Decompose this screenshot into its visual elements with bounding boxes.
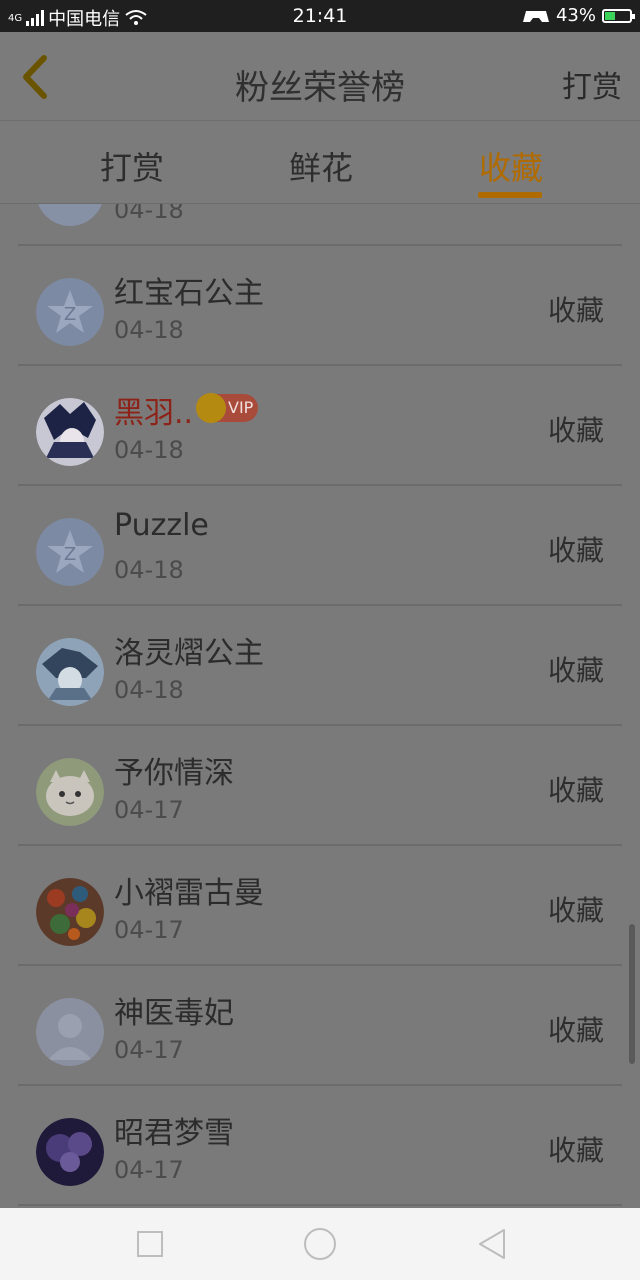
list-item[interactable]: 予你情深 04-17 收藏 — [18, 726, 622, 846]
default-person-avatar-icon — [36, 998, 104, 1066]
item-date: 04-18 — [114, 676, 184, 704]
item-action: 收藏 — [547, 894, 604, 927]
item-action: 收藏 — [547, 774, 604, 807]
list-item[interactable]: Z Puzzle 04-18 收藏 — [18, 486, 622, 606]
default-star-avatar-icon — [36, 204, 104, 226]
list-item[interactable]: 昭君梦雪 04-17 收藏 — [18, 1086, 622, 1206]
user-name: 小褶雷古曼 — [114, 876, 264, 911]
status-bar: 4G 中国电信 21:41 43% — [0, 0, 640, 32]
battery-percent: 43% — [555, 5, 596, 26]
user-name-vip: 黑羽.. — [114, 396, 194, 431]
battery-icon — [602, 8, 635, 23]
item-date: 04-17 — [114, 1036, 184, 1064]
item-date: 04-18 — [114, 436, 184, 464]
item-action: 收藏 — [547, 534, 604, 567]
home-circle-icon[interactable] — [302, 1226, 338, 1262]
user-name: 神医毒妃 — [114, 996, 234, 1031]
page-title: 粉丝荣誉榜 — [235, 68, 405, 108]
item-action: 收藏 — [547, 294, 604, 327]
tab-tip[interactable]: 打赏 — [100, 143, 164, 189]
list-item[interactable]: Z 红宝石公主 04-18 收藏 — [18, 246, 622, 366]
tab-flowers[interactable]: 鲜花 — [289, 143, 353, 189]
list-item-partial: 04-18 — [18, 204, 622, 246]
anime-avatar-icon — [36, 638, 104, 706]
tab-bar: 打赏 鲜花 收藏 — [0, 121, 640, 204]
list-scrollbar[interactable] — [629, 924, 635, 1064]
tip-button[interactable]: 打赏 — [562, 62, 622, 106]
item-date: 04-17 — [114, 796, 184, 824]
tab-favorites[interactable]: 收藏 — [479, 143, 543, 189]
anime-avatar-icon — [36, 398, 104, 466]
default-star-avatar-icon: Z — [36, 518, 104, 586]
item-date: 04-18 — [114, 316, 184, 344]
item-date: 04-17 — [114, 1156, 184, 1184]
crown-icon — [196, 393, 226, 423]
item-date: 04-17 — [114, 916, 184, 944]
recent-apps-square-icon[interactable] — [132, 1226, 168, 1262]
fan-list[interactable]: 04-18 Z 红宝石公主 04-18 收藏 黑羽.. VIP 04-18 收藏… — [0, 204, 640, 1208]
svg-text:Z: Z — [64, 544, 76, 565]
item-date: 04-18 — [114, 556, 184, 584]
back-triangle-icon[interactable] — [474, 1226, 510, 1262]
vip-label: VIP — [228, 398, 254, 417]
user-name: Puzzle — [114, 508, 209, 543]
item-date: 04-18 — [114, 204, 184, 224]
list-item[interactable]: 小褶雷古曼 04-17 收藏 — [18, 846, 622, 966]
item-action: 收藏 — [547, 654, 604, 687]
colorful-avatar-icon — [36, 878, 104, 946]
user-name: 红宝石公主 — [114, 276, 264, 311]
active-tab-underline — [478, 192, 542, 198]
top-header: 粉丝荣誉榜 打赏 — [0, 32, 640, 121]
gamepad-icon — [522, 10, 549, 22]
list-item[interactable]: 神医毒妃 04-17 收藏 — [18, 966, 622, 1086]
item-action: 收藏 — [547, 414, 604, 447]
user-name: 昭君梦雪 — [114, 1116, 234, 1151]
night-avatar-icon — [36, 1118, 104, 1186]
list-item[interactable]: 洛灵熠公主 04-18 收藏 — [18, 606, 622, 726]
status-right: 43% — [522, 5, 635, 26]
default-star-avatar-icon: Z — [36, 278, 104, 346]
system-nav-bar — [0, 1208, 640, 1280]
list-item[interactable]: 黑羽.. VIP 04-18 收藏 — [18, 366, 622, 486]
vip-badge: VIP — [196, 393, 258, 423]
user-name: 予你情深 — [114, 756, 234, 791]
item-action: 收藏 — [547, 1134, 604, 1167]
user-name: 洛灵熠公主 — [114, 636, 264, 671]
cat-avatar-icon — [36, 758, 104, 826]
svg-text:Z: Z — [64, 304, 76, 325]
item-action: 收藏 — [547, 1014, 604, 1047]
